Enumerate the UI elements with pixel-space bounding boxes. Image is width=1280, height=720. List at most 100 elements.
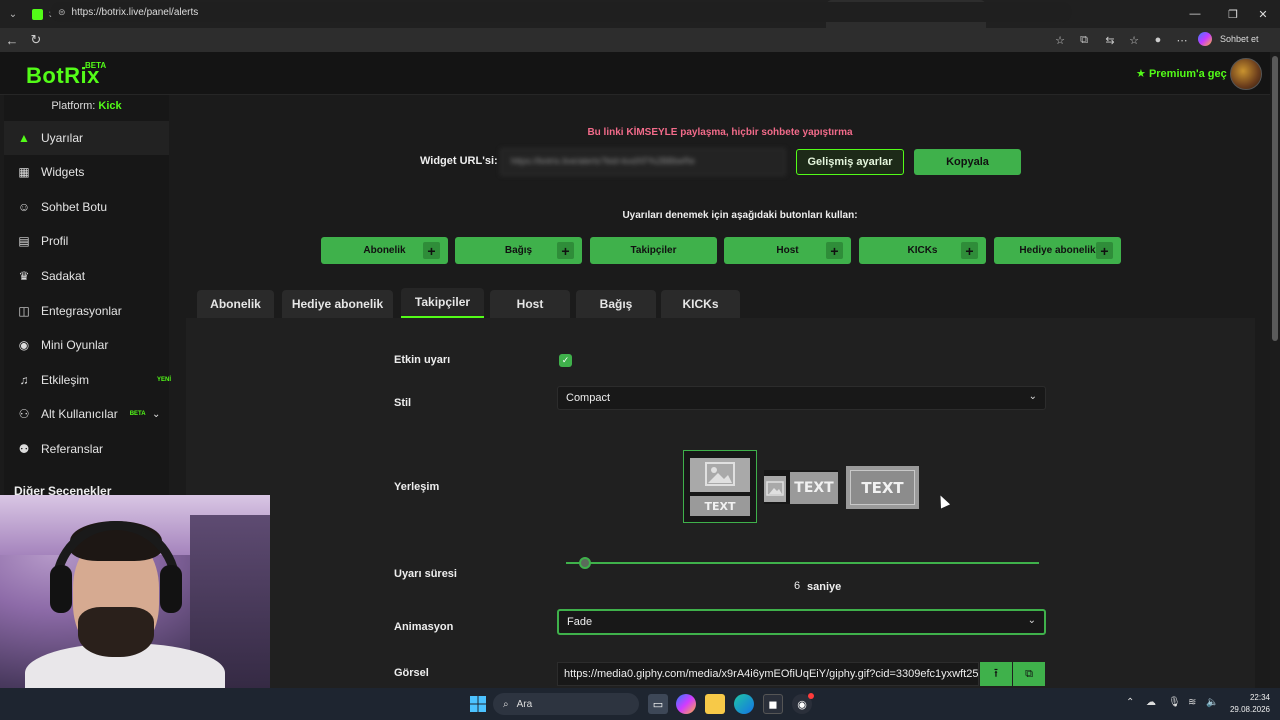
windows-start-icon[interactable] bbox=[468, 694, 488, 714]
duration-unit: saniye bbox=[807, 581, 842, 593]
test-button-label: Bağış bbox=[504, 245, 533, 256]
duration-slider-thumb[interactable] bbox=[578, 557, 591, 569]
duration-label: Uyarı süresi bbox=[394, 568, 457, 580]
wifi-icon[interactable]: ≋ bbox=[1188, 697, 1196, 708]
test-hediye-abonelik-button[interactable]: Hediye abonelik + bbox=[994, 237, 1121, 264]
enabled-checkbox[interactable]: ✓ bbox=[559, 354, 572, 367]
sidebar-item-label: Sadakat bbox=[41, 269, 86, 283]
file-explorer-icon[interactable] bbox=[705, 694, 725, 714]
warning-icon: ▲ bbox=[18, 131, 30, 145]
widget-url-field[interactable]: https://botrix.live/alerts?bid=kxdXF%2BB… bbox=[500, 148, 786, 176]
sidebar-item-label: Uyarılar bbox=[41, 131, 84, 145]
chevron-down-icon[interactable]: ⌄ bbox=[152, 409, 160, 420]
users-icon: ⚇ bbox=[18, 407, 30, 421]
maximize-icon[interactable]: ❐ bbox=[1216, 0, 1250, 28]
search-icon: ⌕ bbox=[503, 698, 509, 710]
chat-label[interactable]: Sohbet et bbox=[1220, 34, 1259, 44]
test-takipçiler-button[interactable]: Takipçiler bbox=[590, 237, 717, 264]
favorite-star-icon[interactable]: ☆ bbox=[1050, 30, 1070, 50]
enabled-label: Etkin uyarı bbox=[394, 354, 451, 366]
tab-takipçiler[interactable]: Takipçiler bbox=[401, 288, 484, 318]
platform-indicator: Platform: Kick bbox=[4, 100, 169, 112]
search-placeholder: Ara bbox=[516, 698, 533, 710]
volume-icon[interactable]: 🔈 bbox=[1206, 697, 1218, 708]
store-icon[interactable]: ◼ bbox=[763, 694, 783, 714]
back-icon[interactable]: ← bbox=[0, 28, 24, 52]
taskbar-search[interactable]: ⌕ Ara bbox=[493, 693, 639, 715]
sidebar-item-profil[interactable]: ▤ Profil bbox=[4, 224, 169, 258]
tab-abonelik[interactable]: Abonelik bbox=[197, 290, 274, 318]
copilot-taskbar-icon[interactable] bbox=[676, 694, 696, 714]
sidebar-item-sadakat[interactable]: ♛ Sadakat bbox=[4, 259, 169, 293]
gallery-icon[interactable]: ⧉ bbox=[1013, 662, 1045, 686]
sidebar-item-sohbet-botu[interactable]: ☺ Sohbet Botu bbox=[4, 190, 169, 224]
duration-slider-track[interactable] bbox=[566, 562, 1039, 564]
tab-hediye-abonelik[interactable]: Hediye abonelik bbox=[282, 290, 393, 318]
chevron-down-icon: ⌄ bbox=[1028, 391, 1037, 402]
style-select[interactable]: Compact ⌄ bbox=[557, 386, 1046, 410]
extension-icon[interactable]: ⧉ bbox=[1074, 30, 1094, 50]
refresh-icon[interactable]: ↻ bbox=[24, 28, 48, 52]
layout-option-image-left[interactable]: TEXT bbox=[764, 470, 838, 504]
site-info-icon[interactable]: ⊜ bbox=[58, 7, 66, 18]
test-button-label: Host bbox=[776, 245, 799, 256]
layout-text-3: TEXT bbox=[850, 470, 915, 505]
style-value: Compact bbox=[566, 392, 611, 404]
sidebar-item-badge: YENİ bbox=[157, 377, 172, 383]
premium-link[interactable]: ★ Premium'a geç bbox=[1136, 67, 1227, 80]
webcam-headphone-right bbox=[160, 565, 182, 613]
page-scrollbar-thumb[interactable] bbox=[1272, 56, 1278, 341]
avatar[interactable] bbox=[1230, 58, 1262, 90]
image-url-field[interactable]: https://media0.giphy.com/media/x9rA4i6ym… bbox=[557, 662, 979, 686]
sidebar-item-widgets[interactable]: ▦ Widgets bbox=[4, 155, 169, 189]
test-kicks-button[interactable]: KICKs + bbox=[859, 237, 986, 264]
advanced-settings-button[interactable]: Gelişmiş ayarlar bbox=[796, 149, 904, 175]
test-button-label: Hediye abonelik bbox=[1019, 245, 1096, 256]
more-menu-icon[interactable]: ⋯ bbox=[1172, 30, 1192, 50]
split-screen-icon[interactable]: ⇆ bbox=[1100, 30, 1120, 50]
image-placeholder-icon bbox=[690, 458, 750, 492]
microphone-icon[interactable]: 🎙 bbox=[1168, 697, 1181, 708]
sidebar-item-uyarılar[interactable]: ▲ Uyarılar bbox=[4, 121, 169, 155]
edge-icon[interactable] bbox=[734, 694, 754, 714]
tab-actions-menu-icon[interactable]: ⌄ bbox=[0, 0, 26, 28]
upload-icon[interactable]: ⭱ bbox=[980, 662, 1012, 686]
cloud-icon[interactable]: ☁ bbox=[1146, 697, 1156, 708]
layout-option-image-top[interactable]: TEXT bbox=[683, 450, 757, 523]
address-bar[interactable]: ⊜ https://botrix.live/panel/alerts bbox=[50, 2, 1072, 22]
music-icon: ♫ bbox=[19, 373, 29, 387]
test-button-label: KICKs bbox=[907, 245, 938, 256]
sidebar-item-label: Referanslar bbox=[41, 442, 104, 456]
grid-icon: ▦ bbox=[18, 165, 30, 179]
sidebar-item-label: Entegrasyonlar bbox=[41, 304, 122, 318]
sidebar-item-mini-oyunlar[interactable]: ◉ Mini Oyunlar bbox=[4, 328, 169, 362]
close-window-icon[interactable]: ✕ bbox=[1246, 0, 1280, 28]
webcam-headphone-left bbox=[50, 565, 72, 613]
task-view-icon[interactable]: ▭ bbox=[648, 694, 668, 714]
tab-favicon-icon bbox=[32, 8, 43, 20]
collections-icon[interactable]: ☆ bbox=[1124, 30, 1144, 50]
tab-bağış[interactable]: Bağış bbox=[576, 290, 656, 318]
animation-select[interactable]: Fade ⌄ bbox=[557, 609, 1046, 635]
minimize-icon[interactable]: — bbox=[1178, 0, 1212, 28]
sidebar-item-etkileşim[interactable]: ♫ Etkileşim YENİ bbox=[4, 363, 172, 397]
profile-icon[interactable]: ● bbox=[1148, 30, 1168, 50]
style-label: Stil bbox=[394, 397, 412, 409]
tab-kicks[interactable]: KICKs bbox=[661, 290, 740, 318]
test-bağış-button[interactable]: Bağış + bbox=[455, 237, 582, 264]
test-host-button[interactable]: Host + bbox=[724, 237, 851, 264]
sidebar-item-label: Mini Oyunlar bbox=[41, 338, 109, 352]
tab-host[interactable]: Host bbox=[490, 290, 570, 318]
test-abonelik-button[interactable]: Abonelik + bbox=[321, 237, 448, 264]
copy-button[interactable]: Kopyala bbox=[914, 149, 1021, 175]
gamepad-icon: ◉ bbox=[18, 338, 30, 352]
app-header: BotRix BETA ★ Premium'a geç bbox=[0, 52, 1270, 95]
layout-option-text-overlay[interactable]: TEXT bbox=[846, 466, 919, 509]
sidebar-item-entegrasyonlar[interactable]: ◫ Entegrasyonlar bbox=[4, 294, 169, 328]
sidebar-item-referanslar[interactable]: ⚉ Referanslar bbox=[4, 432, 169, 466]
sidebar-item-alt-kullanıcılar[interactable]: ⚇ Alt Kullanıcılar BETA ⌄ bbox=[4, 397, 169, 431]
copilot-icon[interactable] bbox=[1198, 32, 1212, 46]
sidebar-item-label: Widgets bbox=[41, 165, 85, 179]
taskbar-clock[interactable]: 22:34 29.08.2026 bbox=[1226, 692, 1270, 716]
show-hidden-icons-icon[interactable]: ⌃ bbox=[1126, 697, 1134, 708]
